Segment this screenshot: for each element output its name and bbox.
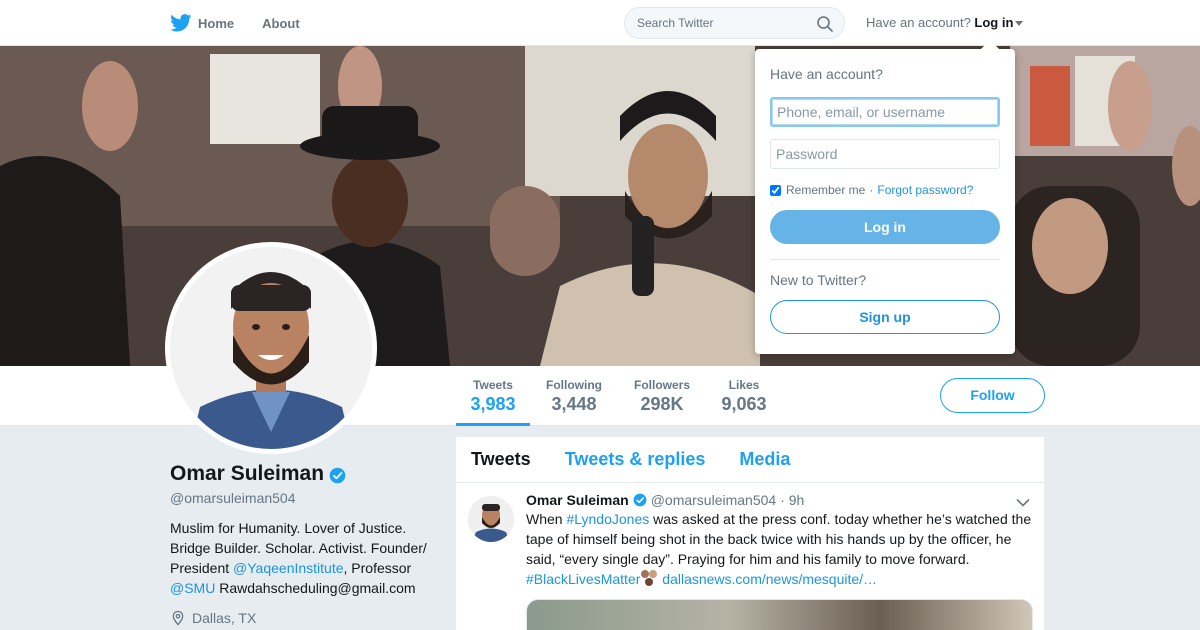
remember-me-checkbox[interactable]: [770, 184, 781, 196]
profile-bio: Muslim for Humanity. Lover of Justice. B…: [170, 518, 440, 598]
username-field[interactable]: [770, 97, 1000, 127]
profile-location: Dallas, TX: [170, 610, 440, 626]
hashtag-blacklivesmatter[interactable]: #BlackLivesMatter: [526, 571, 640, 587]
follow-button[interactable]: Follow: [940, 378, 1045, 413]
nav-home-link[interactable]: Home: [198, 16, 234, 31]
caret-down-icon[interactable]: [1015, 21, 1024, 27]
login-link[interactable]: Log in: [974, 15, 1013, 30]
tweet-author-handle[interactable]: @omarsuleiman504: [651, 492, 777, 508]
remember-row: Remember me · Forgot password?: [770, 183, 1000, 197]
stat-label: Following: [546, 378, 602, 392]
tweet-author-name[interactable]: Omar Suleiman: [526, 492, 629, 508]
stat-likes[interactable]: Likes 9,063: [716, 366, 772, 426]
avatar-image: [170, 247, 372, 449]
stat-label: Followers: [633, 378, 690, 392]
dropdown-divider: [770, 259, 1000, 260]
tab-tweets[interactable]: Tweets: [471, 449, 531, 470]
chevron-down-icon[interactable]: [1016, 495, 1030, 507]
bio-text-part: , Professor: [343, 560, 412, 576]
stat-tweets[interactable]: Tweets 3,983: [456, 366, 530, 426]
profile-name: Omar Suleiman: [170, 462, 440, 486]
bio-text-part: Rawdahscheduling@gmail.com: [215, 580, 416, 596]
top-navigation-bar: Home About Have an account? Log in: [0, 0, 1200, 46]
verified-badge-icon: [329, 466, 346, 483]
verified-badge-icon: [633, 493, 647, 507]
tweet-timestamp[interactable]: · 9h: [780, 492, 804, 508]
login-dropdown: Have an account? Remember me · Forgot pa…: [755, 40, 1015, 354]
dropdown-title: Have an account?: [770, 66, 883, 82]
nav-about-link[interactable]: About: [262, 16, 300, 31]
new-to-twitter-label: New to Twitter?: [770, 272, 867, 288]
stat-value: 9,063: [721, 394, 767, 414]
tweet-item[interactable]: Omar Suleiman @omarsuleiman504 · 9h When…: [456, 483, 1044, 630]
account-prompt: Have an account?: [866, 15, 971, 30]
stat-value: 3,983: [470, 394, 516, 414]
tweet-text-part: When: [526, 511, 567, 527]
stat-following[interactable]: Following 3,448: [540, 366, 608, 426]
tweets-timeline: Tweets Tweets & replies Media Omar Sulei…: [456, 437, 1044, 630]
tweet-link[interactable]: dallasnews.com/news/mesquite/…: [662, 571, 877, 587]
location-text: Dallas, TX: [192, 610, 257, 626]
search-input[interactable]: [637, 16, 807, 30]
search-icon[interactable]: [816, 15, 834, 33]
bio-mention-smu[interactable]: @SMU: [170, 580, 215, 596]
location-pin-icon: [172, 610, 184, 626]
tweet-media-image[interactable]: [526, 599, 1033, 630]
tab-tweets-and-replies[interactable]: Tweets & replies: [565, 449, 706, 470]
raised-fists-emoji-icon: [640, 569, 658, 587]
stat-label: Tweets: [473, 378, 513, 392]
separator-dot: ·: [869, 183, 874, 197]
timeline-tabs: Tweets Tweets & replies Media: [456, 437, 1044, 483]
twitter-bird-icon[interactable]: [170, 12, 192, 34]
forgot-password-link[interactable]: Forgot password?: [877, 183, 973, 197]
nav-left: Home About: [170, 0, 328, 46]
remember-me-label[interactable]: Remember me: [786, 183, 865, 197]
profile-handle[interactable]: @omarsuleiman504: [170, 490, 440, 506]
bio-mention-yaqeen[interactable]: @YaqeenInstitute: [233, 560, 343, 576]
tweet-header: Omar Suleiman @omarsuleiman504 · 9h: [526, 492, 1032, 508]
stat-value: 3,448: [551, 394, 597, 414]
stat-followers[interactable]: Followers 298K: [628, 366, 696, 426]
stat-value: 298K: [640, 394, 684, 414]
hashtag-lyndojones[interactable]: #LyndoJones: [566, 511, 649, 527]
signup-button[interactable]: Sign up: [770, 300, 1000, 334]
profile-avatar[interactable]: [165, 242, 377, 454]
stat-label: Likes: [728, 378, 760, 392]
account-login-toggle[interactable]: Have an account? Log in: [866, 15, 1024, 30]
password-field[interactable]: [770, 139, 1000, 169]
login-button[interactable]: Log in: [770, 210, 1000, 244]
search-box[interactable]: [624, 7, 845, 39]
tweet-avatar[interactable]: [468, 496, 514, 542]
tweet-text: When #LyndoJones was asked at the press …: [526, 509, 1032, 589]
profile-name-text: Omar Suleiman: [170, 462, 325, 485]
tab-media[interactable]: Media: [739, 449, 790, 470]
profile-bio-card: Omar Suleiman @omarsuleiman504 Muslim fo…: [170, 462, 440, 626]
